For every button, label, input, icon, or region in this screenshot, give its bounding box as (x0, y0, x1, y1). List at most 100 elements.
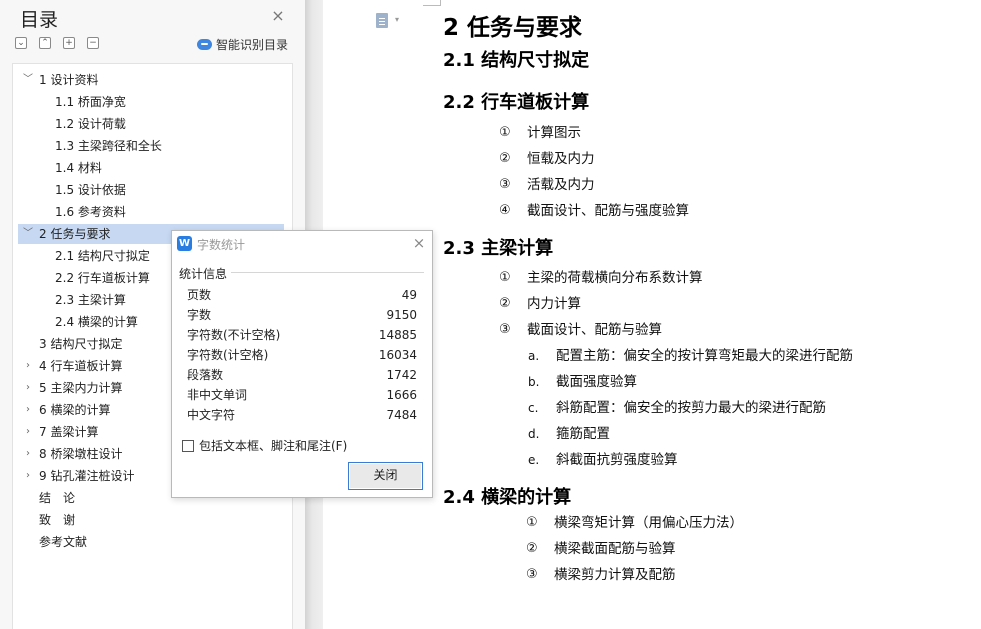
stats-row: 字数 9150 (187, 305, 417, 325)
sub-list-letter: a. (528, 349, 540, 363)
toc-item-label: 8 桥梁墩柱设计 (39, 447, 123, 461)
list-number: ② (499, 151, 511, 166)
chevron-right-icon[interactable]: › (23, 356, 33, 376)
stats-section-label: 统计信息 (179, 267, 228, 281)
list-text: 内力计算 (527, 296, 581, 312)
stats-row: 页数 49 (187, 285, 417, 305)
stats-row: 中文字符 7484 (187, 405, 417, 425)
list-number: ③ (499, 177, 511, 192)
list-number: ④ (499, 203, 511, 218)
dialog-title: 字数统计 (197, 238, 246, 252)
stats-value: 16034 (378, 348, 417, 362)
toc-item-label: 2.3 主梁计算 (55, 293, 126, 307)
sub-list-text: 箍筋配置 (556, 426, 610, 442)
smart-toc-label: 智能识别目录 (216, 37, 289, 52)
list-number: ② (526, 541, 538, 556)
toc-item-label: 致 谢 (39, 513, 76, 527)
toc-item-label: 1.6 参考资料 (55, 205, 126, 219)
checkbox-icon[interactable] (182, 439, 194, 452)
section-heading: 2.2 行车道板计算 (443, 92, 590, 113)
list-text: 计算图示 (527, 125, 581, 141)
toc-item[interactable]: 1.6 参考资料 (18, 202, 284, 222)
smart-toc-button[interactable]: 智能识别目录 (197, 36, 288, 52)
stats-value: 14885 (378, 328, 417, 342)
chevron-down-icon[interactable]: ﹀ (23, 70, 33, 90)
checkbox-label: 包括文本框、脚注和尾注(F) (199, 439, 348, 453)
list-text: 横梁截面配筋与验算 (554, 541, 676, 557)
chevron-down-icon[interactable]: ▾ (395, 15, 399, 24)
toc-item[interactable]: 参考文献 (18, 532, 284, 552)
wps-logo-icon: W (177, 236, 192, 251)
stats-label: 字符数(计空格) (187, 348, 269, 362)
document-icon[interactable] (376, 13, 388, 28)
toc-item-label: 1.3 主梁跨径和全长 (55, 139, 162, 153)
toc-item-label: 3 结构尺寸拟定 (39, 337, 123, 351)
list-text: 活载及内力 (527, 177, 595, 193)
toc-item-label: 1.1 桥面净宽 (55, 95, 126, 109)
list-number: ③ (499, 322, 511, 337)
dialog-close-icon[interactable]: × (411, 235, 427, 251)
toc-item-label: 9 钻孔灌注桩设计 (39, 469, 135, 483)
list-number: ② (499, 296, 511, 311)
toc-item[interactable]: 1.3 主梁跨径和全长 (18, 136, 284, 156)
stats-value: 1666 (386, 388, 417, 402)
chevron-right-icon[interactable]: › (23, 444, 33, 464)
toc-item[interactable]: 1.4 材料 (18, 158, 284, 178)
chevron-right-icon[interactable]: › (23, 378, 33, 398)
word-count-dialog: W 字数统计 × 统计信息 页数 49 字数 9150 字符数(不计空格) 14885 字符… (171, 230, 433, 498)
section-heading: 2.3 主梁计算 (443, 238, 554, 259)
list-number: ③ (526, 567, 538, 582)
toc-item-label: 2 任务与要求 (39, 227, 111, 241)
toc-item[interactable]: 1.5 设计依据 (18, 180, 284, 200)
toc-item-label: 结 论 (39, 491, 76, 505)
chevron-right-icon[interactable]: › (23, 422, 33, 442)
stats-label: 字符数(不计空格) (187, 328, 281, 342)
close-button[interactable]: 关闭 (348, 462, 423, 490)
sub-list-text: 斜截面抗剪强度验算 (556, 452, 678, 468)
toc-item-label: 6 横梁的计算 (39, 403, 111, 417)
sub-list-text: 配置主筋：偏安全的按计算弯矩最大的梁进行配筋 (556, 348, 853, 364)
collapse-all-icon[interactable]: ⌄ (15, 37, 27, 49)
expand-all-icon[interactable]: ⌃ (39, 37, 51, 49)
toc-item[interactable]: 1.1 桥面净宽 (18, 92, 284, 112)
toc-item-label: 参考文献 (39, 535, 88, 549)
stats-label: 非中文单词 (187, 388, 248, 402)
list-text: 恒载及内力 (527, 151, 595, 167)
toc-item[interactable]: ﹀ 1 设计资料 (18, 70, 284, 90)
list-text: 横梁弯矩计算（用偏心压力法） (554, 515, 743, 531)
list-number: ① (499, 125, 511, 140)
stats-row: 字符数(不计空格) 14885 (187, 325, 417, 345)
stats-label: 页数 (187, 288, 212, 302)
dialog-titlebar[interactable]: W 字数统计 × (172, 231, 432, 257)
chevron-right-icon[interactable]: › (23, 466, 33, 486)
include-textbox-checkbox[interactable]: 包括文本框、脚注和尾注(F) (182, 437, 347, 454)
list-text: 截面设计、配筋与验算 (527, 322, 662, 338)
sub-list-letter: e. (528, 453, 540, 467)
nav-title: 目录 (20, 9, 59, 31)
toc-item[interactable]: 致 谢 (18, 510, 284, 530)
chevron-right-icon[interactable]: › (23, 400, 33, 420)
list-number: ① (526, 515, 538, 530)
page-heading: 2 任务与要求 (443, 15, 583, 41)
list-text: 主梁的荷载横向分布系数计算 (527, 270, 703, 286)
list-number: ① (499, 270, 511, 285)
toc-item-label: 2.1 结构尺寸拟定 (55, 249, 150, 263)
add-heading-icon[interactable]: + (63, 37, 75, 49)
nav-close-icon[interactable]: × (270, 8, 286, 24)
toc-item-label: 2.2 行车道板计算 (55, 271, 150, 285)
stats-row: 段落数 1742 (187, 365, 417, 385)
stats-label: 段落数 (187, 368, 224, 382)
toc-item-label: 1 设计资料 (39, 73, 99, 87)
sub-list-text: 截面强度验算 (556, 374, 637, 390)
stats-value: 1742 (386, 368, 417, 382)
list-text: 截面设计、配筋与强度验算 (527, 203, 689, 219)
sub-list-letter: c. (528, 401, 539, 415)
cloud-icon (197, 38, 212, 50)
page-corner-marker (423, 0, 441, 6)
section-heading: 2.4 横梁的计算 (443, 487, 572, 508)
chevron-down-icon[interactable]: ﹀ (23, 224, 33, 244)
section-divider (231, 272, 424, 273)
toc-item[interactable]: 1.2 设计荷载 (18, 114, 284, 134)
remove-heading-icon[interactable]: − (87, 37, 99, 49)
stats-value: 7484 (386, 408, 417, 422)
